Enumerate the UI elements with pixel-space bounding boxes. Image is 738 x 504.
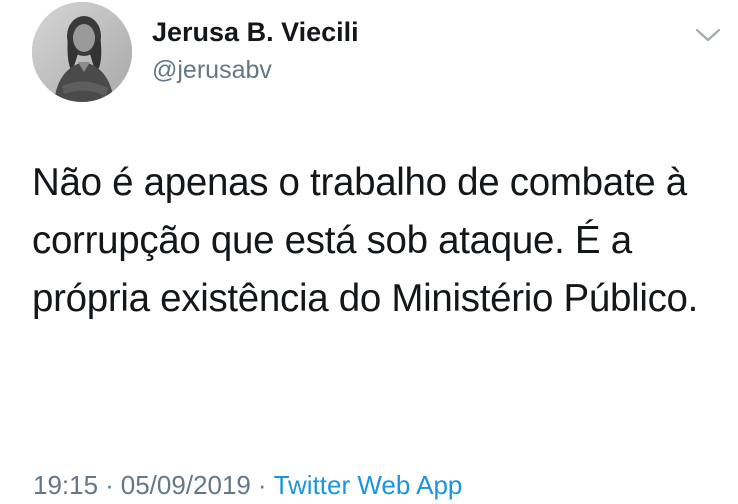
tweet-text: Não é apenas o trabalho de combate à cor… [32,161,699,320]
tweet-date[interactable]: 05/09/2019 [121,470,251,500]
author-display-name[interactable]: Jerusa B. Viecili [152,17,359,48]
avatar[interactable] [32,2,132,102]
chevron-down-icon[interactable] [692,22,724,48]
meta-separator-2: · [257,470,267,500]
meta-separator: · [105,470,114,500]
author-handle[interactable]: @jerusabv [152,56,272,85]
tweet-source-link[interactable]: Twitter Web App [274,470,463,500]
tweet-time[interactable]: 19:15 [33,470,98,500]
tweet-meta: 19:15 · 05/09/2019 · Twitter Web App [33,470,462,501]
tweet-card: Jerusa B. Viecili @jerusabv Não é apenas… [0,0,738,504]
avatar-photo [32,2,132,102]
